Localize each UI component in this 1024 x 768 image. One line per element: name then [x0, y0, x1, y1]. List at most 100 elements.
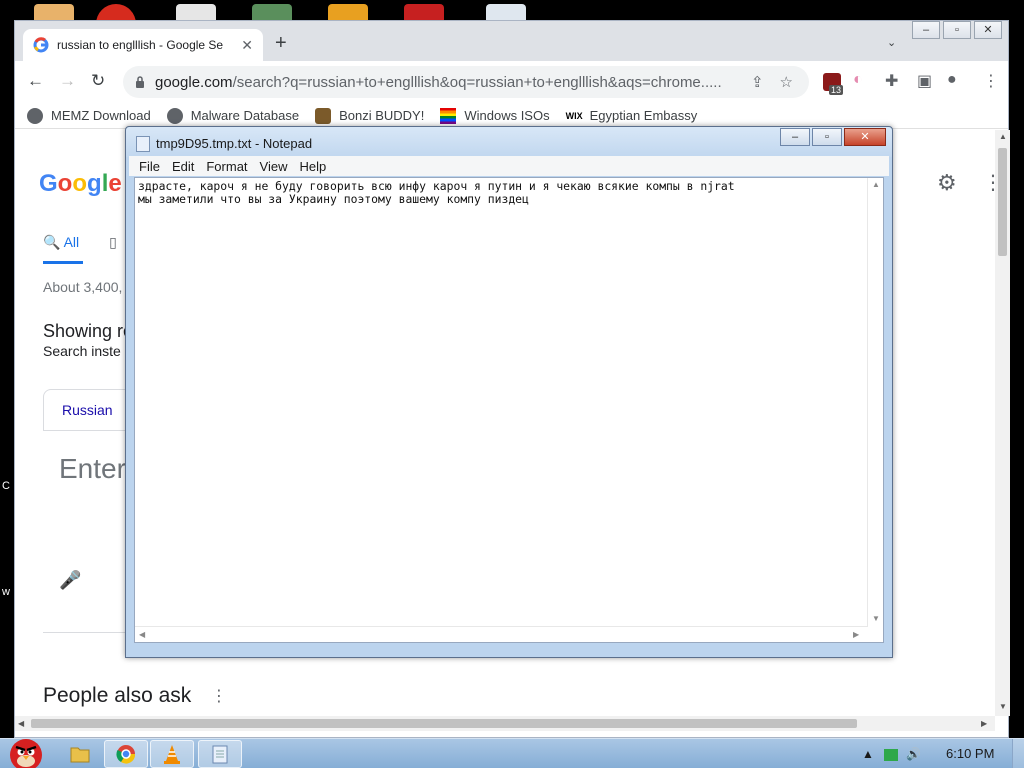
horizontal-scrollbar[interactable]: ◀ ▶ [15, 716, 995, 731]
minimize-button[interactable]: – [912, 21, 940, 39]
taskbar-notepad[interactable] [198, 740, 242, 768]
reload-icon[interactable]: ↻ [91, 71, 105, 91]
scroll-down-icon[interactable]: ▼ [999, 702, 1007, 711]
desktop-side-text: w [2, 586, 10, 598]
scroll-down-icon[interactable]: ▼ [872, 614, 880, 623]
google-favicon-icon [33, 37, 49, 53]
menu-format[interactable]: Format [206, 159, 247, 174]
tab-all-label: All [63, 234, 80, 250]
bonzi-icon [315, 107, 332, 124]
show-desktop-button[interactable] [1012, 739, 1024, 768]
bookmark-bonzi-buddy[interactable]: Bonzi BUDDY! [315, 107, 425, 124]
settings-gear-icon[interactable]: ⚙ [937, 170, 957, 196]
show-hidden-icons[interactable]: ▲ [862, 747, 874, 761]
close-tab-icon[interactable]: ✕ [241, 37, 253, 54]
chrome-menu-icon[interactable]: ⋮ [983, 71, 999, 91]
scroll-up-icon[interactable]: ▲ [872, 180, 880, 189]
forward-icon[interactable]: → [59, 71, 76, 91]
bookmark-egyptian-embassy[interactable]: WIX Egyptian Embassy [566, 108, 698, 124]
bookmark-label: Bonzi BUDDY! [339, 108, 425, 123]
address-bar[interactable]: google.com/search?q=russian+to+englllish… [123, 66, 809, 98]
notepad-title-bar[interactable]: tmp9D95.tmp.txt - Notepad – ▫ ✕ [126, 127, 892, 157]
notepad-window: tmp9D95.tmp.txt - Notepad – ▫ ✕ File Edi… [125, 126, 893, 658]
notepad-icon [136, 136, 150, 152]
close-button[interactable]: ✕ [974, 21, 1002, 39]
scroll-right-icon[interactable]: ▶ [981, 719, 987, 728]
tab-all[interactable]: 🔍 All [43, 234, 84, 264]
bookmark-label: Malware Database [190, 108, 300, 123]
vertical-scrollbar[interactable]: ▲ ▼ [995, 130, 1010, 716]
back-icon[interactable]: ← [27, 71, 44, 91]
menu-help[interactable]: Help [299, 159, 326, 174]
apps-menu-icon[interactable]: ⋮ [983, 170, 995, 195]
results-count: About 3,400, [43, 279, 123, 295]
google-logo[interactable]: Google [39, 170, 122, 198]
bookmark-star-icon[interactable]: ☆ [780, 73, 793, 91]
url-host: google.com [155, 73, 233, 91]
side-panel-icon[interactable]: ▣ [917, 71, 932, 91]
bookmark-label: Egyptian Embassy [589, 108, 698, 123]
bookmark-label: Windows ISOs [464, 108, 550, 123]
microphone-icon[interactable]: 🎤 [59, 570, 81, 591]
scroll-left-icon[interactable]: ◀ [139, 630, 145, 639]
scroll-up-icon[interactable]: ▲ [999, 132, 1007, 141]
menu-file[interactable]: File [139, 159, 160, 174]
minimize-button[interactable]: – [780, 128, 810, 146]
notepad-vertical-scrollbar[interactable]: ▲ ▼ [867, 178, 883, 626]
menu-view[interactable]: View [260, 159, 288, 174]
notepad-menu-bar: File Edit Format View Help [129, 156, 889, 176]
search-instead-link[interactable]: Search inste [43, 343, 121, 359]
bookmark-windows-isos[interactable]: Windows ISOs [440, 107, 550, 124]
close-button[interactable]: ✕ [844, 128, 886, 146]
network-icon[interactable] [884, 749, 898, 761]
taskbar-chrome[interactable] [104, 740, 148, 768]
angry-bird-start-icon[interactable] [4, 731, 48, 768]
profile-avatar-icon[interactable]: ● [947, 71, 957, 89]
menu-edit[interactable]: Edit [172, 159, 194, 174]
globe-icon [166, 107, 183, 124]
share-icon[interactable]: ⇪ [751, 73, 764, 91]
scroll-thumb[interactable] [998, 148, 1007, 256]
window-controls: – ▫ ✕ [909, 21, 1002, 39]
wix-icon: WIX [565, 110, 583, 121]
globe-icon [27, 107, 43, 124]
desktop-side-text: C [2, 480, 10, 492]
scroll-left-icon[interactable]: ◀ [18, 719, 24, 728]
taskbar-vlc[interactable] [150, 740, 194, 768]
notepad-title: tmp9D95.tmp.txt - Notepad [156, 136, 313, 151]
maximize-button[interactable]: ▫ [812, 128, 842, 146]
search-tabs: 🔍 All ▯ [43, 234, 117, 264]
notepad-horizontal-scrollbar[interactable]: ◀ ▶ [135, 626, 868, 642]
notepad-text[interactable]: здрасте, кароч я не буду говорить всю ин… [138, 180, 866, 620]
chrome-icon [116, 745, 136, 764]
translate-input[interactable]: Enter [59, 453, 126, 485]
people-also-ask-heading: People also ask [43, 684, 192, 707]
bookmark-malware-database[interactable]: Malware Database [166, 107, 300, 124]
showing-results-for: Showing re [43, 321, 134, 341]
lock-icon [136, 76, 144, 88]
extension-icon[interactable]: 13 [823, 73, 844, 95]
scroll-right-icon[interactable]: ▶ [853, 630, 859, 639]
taskbar-clock[interactable]: 6:10 PM [946, 746, 994, 761]
maximize-button[interactable]: ▫ [943, 21, 971, 39]
extension-badge-count: 13 [829, 85, 844, 95]
puzzle-extensions-icon[interactable]: ✚ [885, 71, 898, 91]
extension-icon[interactable]: ◐ [853, 71, 863, 89]
notepad-text-area[interactable]: здрасте, кароч я не буду говорить всю ин… [134, 177, 884, 643]
tab-search-icon[interactable]: ⌄ [887, 36, 896, 49]
more-options-icon[interactable]: ⋮ [211, 686, 227, 706]
browser-toolbar: ← → ↻ google.com/search?q=russian+to+eng… [15, 61, 1008, 103]
tab-books-icon[interactable]: ▯ [109, 234, 117, 264]
volume-icon[interactable]: 🔊 [906, 747, 921, 761]
notepad-window-controls: – ▫ ✕ [778, 128, 886, 146]
scroll-thumb[interactable] [31, 719, 857, 728]
bookmark-label: MEMZ Download [51, 108, 151, 123]
new-tab-icon[interactable]: + [275, 33, 287, 53]
taskbar: ▲ 🔊 6:10 PM [0, 738, 1024, 768]
bookmark-memz[interactable]: MEMZ Download [27, 107, 151, 124]
browser-tab[interactable]: russian to englllish - Google Se ✕ [23, 29, 263, 61]
taskbar-explorer[interactable] [58, 740, 102, 768]
vlc-cone-icon [164, 745, 180, 764]
tab-strip: russian to englllish - Google Se ✕ + ⌄ –… [15, 21, 1008, 61]
text-line: мы заметили что вы за Украину поэтому ва… [138, 192, 529, 206]
